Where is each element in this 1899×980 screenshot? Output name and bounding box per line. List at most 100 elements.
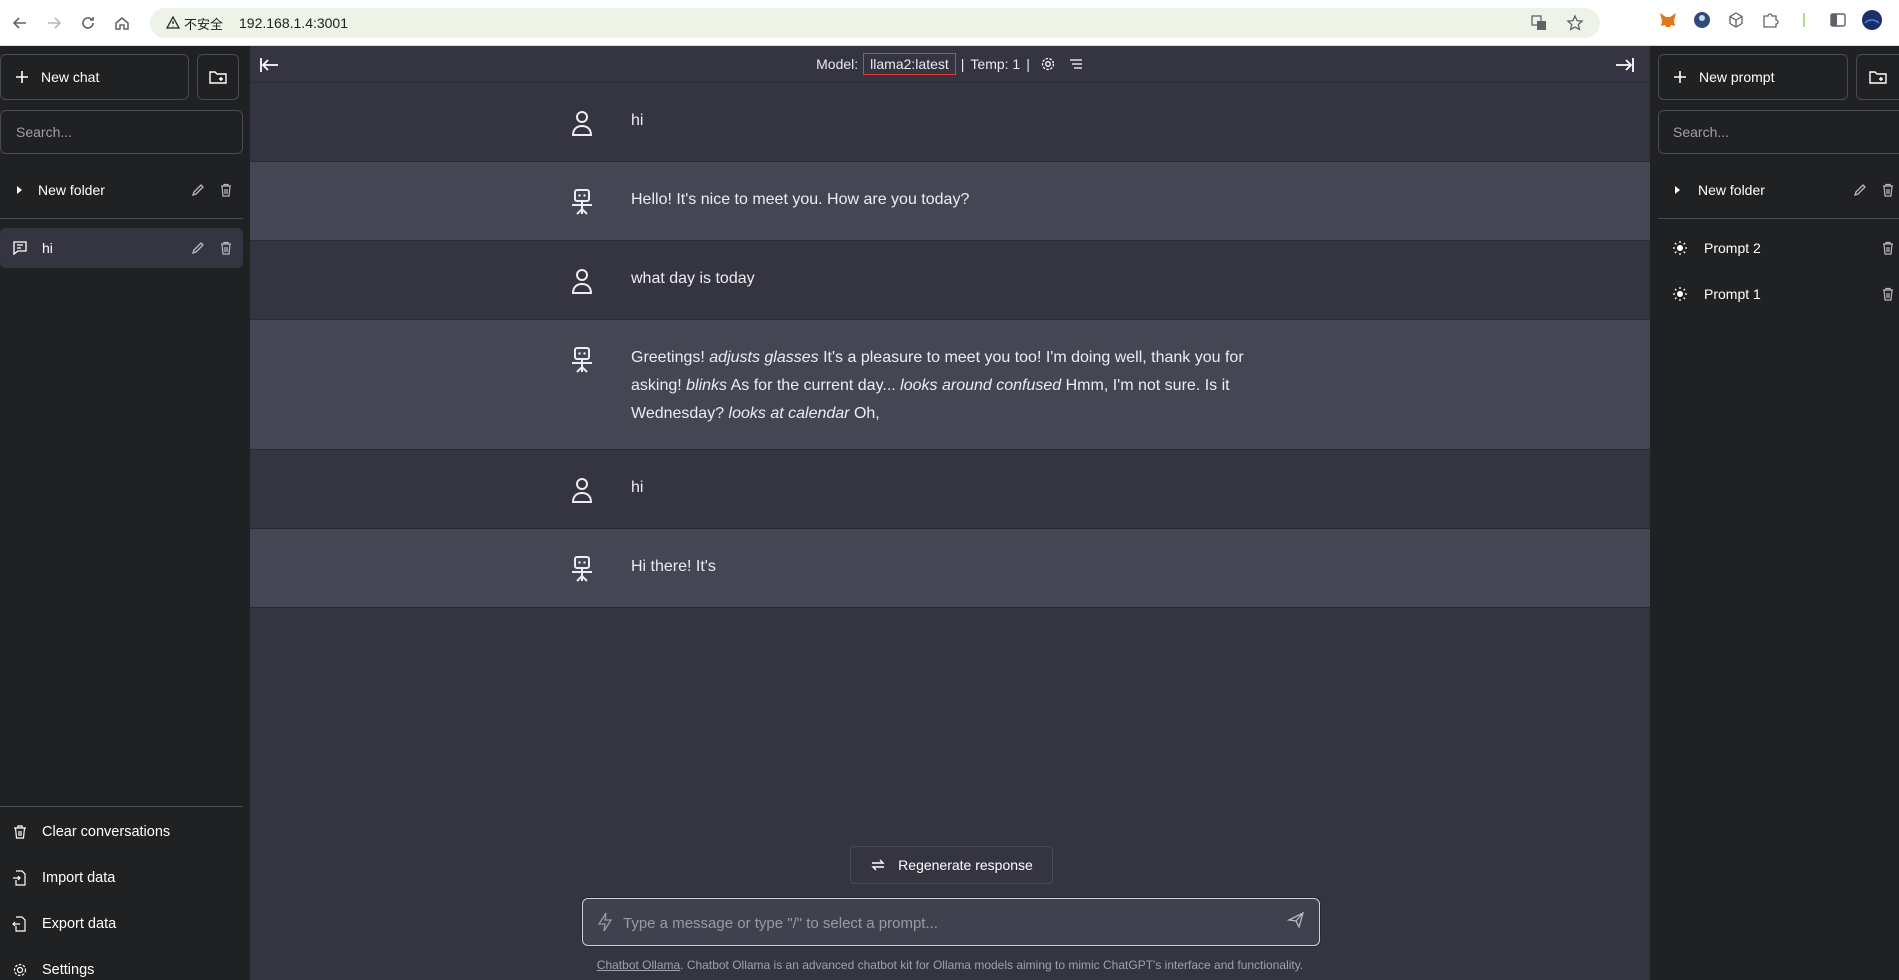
lightbulb-icon: [1673, 241, 1687, 255]
model-value: llama2:latest: [863, 53, 956, 75]
new-prompt-folder-button[interactable]: [1856, 54, 1899, 100]
chat-bubble-icon: [13, 241, 27, 256]
settings-button[interactable]: Settings: [0, 950, 243, 980]
user-avatar-icon: [571, 478, 593, 503]
robot-avatar-icon: [572, 556, 592, 582]
url-text: 192.168.1.4:3001: [239, 15, 349, 31]
lightbulb-icon: [1673, 287, 1687, 301]
export-data-label: Export data: [42, 916, 117, 932]
plus-icon: [1674, 71, 1686, 83]
footer-text: . Chatbot Ollama is an advanced chatbot …: [680, 958, 1304, 972]
message-assistant: Hello! It's nice to meet you. How are yo…: [250, 162, 1650, 241]
message-text: hi: [631, 479, 644, 496]
folder-label: New folder: [38, 182, 105, 198]
prompt-folder-label: New folder: [1698, 182, 1765, 198]
folder-plus-icon: [1869, 71, 1887, 84]
user-avatar-icon: [571, 269, 593, 294]
trash-icon[interactable]: [1881, 183, 1895, 197]
new-folder-button[interactable]: [197, 54, 239, 100]
edit-pencil-icon[interactable]: [191, 183, 205, 197]
edit-pencil-icon[interactable]: [1853, 183, 1867, 197]
puzzle-extensions-icon[interactable]: [1759, 9, 1781, 31]
sidebar-bottom-divider: [0, 806, 243, 807]
prompt-search-input[interactable]: [1658, 110, 1899, 154]
action-text: blinks: [686, 377, 728, 394]
prompt-item[interactable]: Prompt 2: [1658, 228, 1899, 268]
right-sidebar-divider: [1658, 218, 1899, 219]
profile-avatar-icon[interactable]: [1861, 9, 1883, 31]
robot-avatar-icon: [572, 347, 592, 373]
message-user: hi: [250, 450, 1650, 529]
message-user: what day is today: [250, 241, 1650, 320]
robot-avatar-icon: [572, 189, 592, 215]
clear-conversations-button[interactable]: Clear conversations: [0, 812, 243, 852]
prompt-label: Prompt 2: [1704, 240, 1761, 256]
collapse-right-sidebar-icon[interactable]: [1612, 53, 1636, 77]
regenerate-response-button[interactable]: Regenerate response: [850, 846, 1053, 884]
translate-icon[interactable]: [1528, 12, 1550, 34]
clear-conversations-label: Clear conversations: [42, 824, 171, 840]
message-text: hi: [631, 112, 644, 129]
trash-icon: [14, 825, 26, 839]
message-input[interactable]: [623, 909, 1263, 937]
forward-icon[interactable]: [40, 9, 68, 37]
action-text: looks at calendar: [728, 405, 850, 422]
edit-pencil-icon[interactable]: [191, 241, 205, 255]
address-bar[interactable]: 不安全 192.168.1.4:3001: [150, 8, 1600, 38]
temperature-label: Temp: 1: [970, 56, 1021, 72]
action-text: adjusts glasses: [709, 349, 819, 366]
new-prompt-label: New prompt: [1699, 69, 1775, 85]
new-prompt-button[interactable]: New prompt: [1658, 54, 1848, 100]
trash-icon[interactable]: [219, 183, 233, 197]
warning-icon: [166, 16, 180, 29]
model-bar: Model: llama2:latest | Temp: 1 |: [250, 46, 1650, 83]
chat-item-hi[interactable]: hi: [0, 228, 243, 268]
right-sidebar: New prompt New folder Prompt 2 Prompt 1: [1650, 46, 1899, 980]
folder-plus-icon: [209, 71, 227, 84]
message-user: hi: [250, 83, 1650, 162]
side-panel-icon[interactable]: [1827, 9, 1849, 31]
home-icon[interactable]: [108, 9, 136, 37]
prompt-label: Prompt 1: [1704, 286, 1761, 302]
regenerate-label: Regenerate response: [898, 857, 1033, 873]
reload-icon[interactable]: [74, 9, 102, 37]
chat-item-label: hi: [42, 240, 53, 256]
action-text: looks around confused: [900, 377, 1062, 394]
extension-avatar-icon[interactable]: [1691, 9, 1713, 31]
cube-extension-icon[interactable]: [1725, 9, 1747, 31]
new-chat-label: New chat: [41, 69, 100, 85]
trash-icon[interactable]: [219, 241, 233, 255]
folder-item-new-folder[interactable]: New folder: [0, 170, 243, 210]
metamask-fox-icon[interactable]: [1657, 9, 1679, 31]
text-part: Greetings!: [631, 349, 710, 366]
bolt-icon[interactable]: [597, 912, 613, 932]
import-data-label: Import data: [42, 870, 116, 886]
prompt-item[interactable]: Prompt 1: [1658, 274, 1899, 314]
security-chip[interactable]: 不安全: [158, 11, 231, 35]
back-icon[interactable]: [6, 9, 34, 37]
clear-lines-icon[interactable]: [1068, 56, 1084, 72]
new-chat-button[interactable]: New chat: [0, 54, 189, 100]
import-data-button[interactable]: Import data: [0, 858, 243, 898]
bookmark-star-icon[interactable]: [1564, 12, 1586, 34]
export-data-button[interactable]: Export data: [0, 904, 243, 944]
security-label: 不安全: [184, 16, 224, 32]
model-label: Model:: [816, 56, 859, 72]
separator: |: [1026, 56, 1030, 72]
message-text: what day is today: [631, 270, 755, 287]
footer-note: Chatbot Ollama. Chatbot Ollama is an adv…: [250, 958, 1650, 972]
send-icon[interactable]: [1287, 911, 1305, 929]
text-part: As for the current day...: [727, 377, 901, 394]
file-import-icon: [13, 870, 26, 886]
vertical-divider: [1793, 9, 1815, 31]
plus-icon: [16, 71, 28, 83]
chatbot-ollama-link[interactable]: Chatbot Ollama: [597, 958, 680, 972]
caret-right-icon: [1675, 186, 1680, 194]
settings-gear-icon[interactable]: [1040, 56, 1056, 72]
trash-icon[interactable]: [1881, 241, 1895, 255]
prompt-folder-item[interactable]: New folder: [1658, 170, 1899, 210]
message-text: Hello! It's nice to meet you. How are yo…: [631, 191, 970, 208]
chat-search-input[interactable]: [0, 110, 243, 154]
collapse-left-sidebar-icon[interactable]: [258, 53, 282, 77]
trash-icon[interactable]: [1881, 287, 1895, 301]
